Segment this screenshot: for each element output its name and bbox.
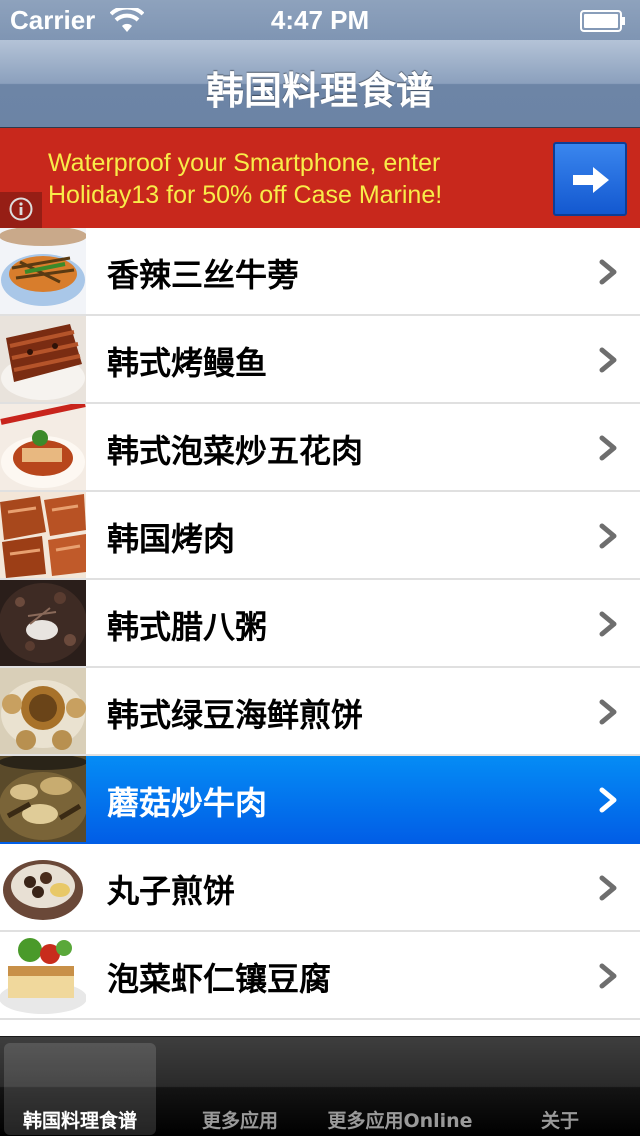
recipe-thumbnail: [0, 756, 86, 842]
list-item-label: 香辣三丝牛蒡: [107, 256, 300, 294]
tab-label: 关于: [540, 1110, 579, 1132]
recipe-thumbnail: [0, 844, 86, 930]
chevron-right-icon: [599, 347, 617, 373]
list-item[interactable]: 香辣三丝牛蒡: [0, 228, 640, 316]
chevron-right-icon: [599, 787, 617, 813]
ad-arrow-button[interactable]: [553, 142, 627, 216]
list-item-label: 韩式绿豆海鲜煎饼: [107, 696, 364, 734]
status-time: 4:47 PM: [270, 5, 370, 35]
recipe-thumbnail: [0, 668, 86, 754]
recipe-thumbnail: [0, 932, 86, 1018]
recipe-thumbnail: [0, 228, 86, 314]
list-item-label: 丸子煎饼: [107, 872, 236, 910]
info-icon: [9, 197, 33, 221]
tab-label: 更多应用: [201, 1110, 278, 1132]
tab-about[interactable]: 关于: [480, 1037, 640, 1136]
chevron-right-icon: [599, 435, 617, 461]
recipe-list[interactable]: 香辣三丝牛蒡 韩式烤鳗鱼 韩式泡菜炒五花肉 韩国烤肉 韩式腊八粥 韩式绿豆海鲜煎…: [0, 228, 640, 1036]
ad-info-button[interactable]: [0, 192, 42, 228]
ad-text[interactable]: Waterproof your Smartphone, enter Holida…: [48, 147, 528, 211]
chevron-right-icon: [599, 611, 617, 637]
battery-icon: [580, 10, 625, 32]
chevron-right-icon: [599, 523, 617, 549]
list-item-selected[interactable]: 蘑菇炒牛肉: [0, 756, 640, 844]
recipe-thumbnail: [0, 492, 86, 578]
list-item[interactable]: 韩国烤肉: [0, 492, 640, 580]
list-item[interactable]: 泡菜虾仁镶豆腐: [0, 932, 640, 1020]
list-item[interactable]: 韩式烤鳗鱼: [0, 316, 640, 404]
chevron-right-icon: [599, 875, 617, 901]
list-item-label: 韩国烤肉: [107, 520, 236, 558]
list-item[interactable]: 韩式绿豆海鲜煎饼: [0, 668, 640, 756]
navigation-bar: 韩国料理食谱: [0, 40, 640, 128]
arrow-right-icon: [573, 167, 609, 193]
tab-more-apps-online[interactable]: 更多应用Online: [320, 1037, 480, 1136]
tab-label: 更多应用Online: [327, 1110, 473, 1132]
list-item[interactable]: 丸子煎饼: [0, 844, 640, 932]
list-item-label: 泡菜虾仁镶豆腐: [107, 960, 332, 998]
list-item[interactable]: 韩式泡菜炒五花肉: [0, 404, 640, 492]
list-item-label: 韩式泡菜炒五花肉: [107, 432, 364, 470]
list-item-label: 韩式腊八粥: [107, 608, 268, 646]
list-item-label: 韩式烤鳗鱼: [107, 344, 268, 382]
list-item[interactable]: 韩式腊八粥: [0, 580, 640, 668]
recipe-thumbnail: [0, 580, 86, 666]
tab-bar: 韩国料理食谱 更多应用 更多应用Online 关于: [0, 1036, 640, 1136]
status-bar: Carrier 4:47 PM: [0, 0, 640, 40]
recipe-thumbnail: [0, 316, 86, 402]
chevron-right-icon: [599, 259, 617, 285]
chevron-right-icon: [599, 963, 617, 989]
list-item-label: 蘑菇炒牛肉: [107, 784, 268, 822]
recipe-thumbnail: [0, 404, 86, 490]
tab-more-apps[interactable]: 更多应用: [160, 1037, 320, 1136]
ad-text-line-2: Holiday13 for 50% off Case Marine!: [48, 181, 443, 209]
ad-banner[interactable]: Waterproof your Smartphone, enter Holida…: [0, 128, 640, 228]
tab-recipes[interactable]: 韩国料理食谱: [0, 1037, 160, 1136]
tab-label: 韩国料理食谱: [22, 1110, 137, 1132]
ad-text-line-1: Waterproof your Smartphone, enter: [48, 149, 441, 177]
page-title: 韩国料理食谱: [205, 69, 434, 113]
chevron-right-icon: [599, 699, 617, 725]
